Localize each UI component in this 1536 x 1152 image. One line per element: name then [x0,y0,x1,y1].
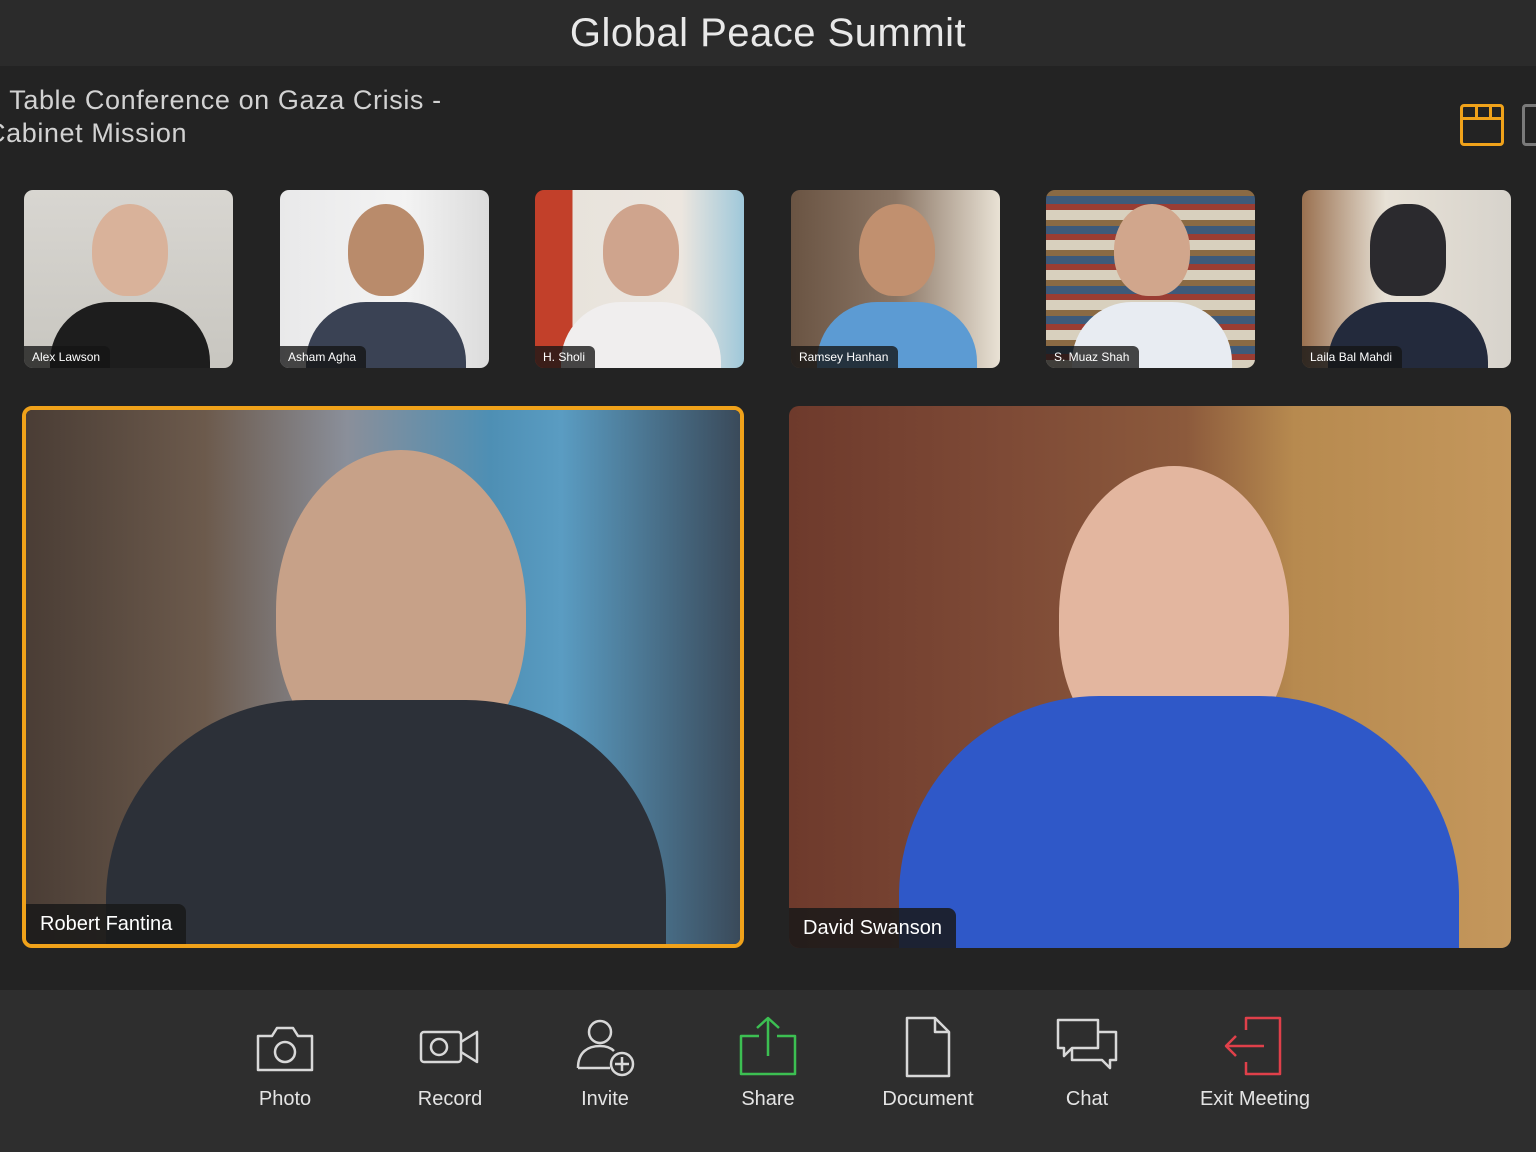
participant-face [1114,204,1190,296]
share-button[interactable]: Share [693,1014,843,1124]
conference-title-line-2: Cabinet Mission [0,118,188,148]
app-title: Global Peace Summit [569,10,967,55]
add-user-icon [576,1019,635,1077]
record-label: Record [417,1088,483,1110]
active-speaker-video[interactable]: Robert Fantina [22,406,744,948]
participant-name: Laila Bal Mahdi [1302,346,1403,368]
participant-tile[interactable]: Laila Bal Mahdi [1302,190,1511,368]
title-bar: Global Peace Summit [0,0,1536,66]
participant-name: Alex Lawson [24,346,111,368]
speaker-shirt [899,696,1459,948]
camera-icon [256,1026,314,1072]
participant-face [348,204,424,296]
speaker-view-icon[interactable] [1522,104,1536,146]
participant-name: S. Muaz Shah [1046,346,1140,368]
gallery-view-icon[interactable] [1460,104,1504,146]
document-label: Document [882,1088,974,1110]
invite-label: Invite [581,1088,629,1110]
meeting-toolbar: Photo Record Invite Share Document Chat … [0,990,1536,1152]
document-icon [905,1016,951,1078]
conference-title: d Table Conference on Gaza Crisis - Cabi… [0,84,442,150]
exit-meeting-label: Exit Meeting [1199,1088,1311,1110]
chat-icon [1056,1018,1118,1070]
invite-button[interactable]: Invite [530,1014,680,1124]
exit-meeting-button[interactable]: Exit Meeting [1180,1014,1330,1124]
share-icon [739,1016,797,1076]
participant-face [1370,204,1446,296]
participant-name: H. Sholi [535,346,596,368]
participant-name: Ramsey Hanhan [791,346,899,368]
speaker-name: David Swanson [789,908,956,948]
participant-tile[interactable]: Alex Lawson [24,190,233,368]
photo-label: Photo [258,1088,312,1110]
document-button[interactable]: Document [853,1014,1003,1124]
participant-tile[interactable]: S. Muaz Shah [1046,190,1255,368]
speaker-name: Robert Fantina [26,904,187,944]
participant-tile[interactable]: H. Sholi [535,190,744,368]
participant-face [603,204,679,296]
record-button[interactable]: Record [375,1014,525,1124]
participant-face [92,204,168,296]
video-camera-icon [419,1030,479,1064]
chat-label: Chat [1065,1088,1109,1110]
conference-title-line-1: d Table Conference on Gaza Crisis - [0,85,442,115]
participant-name: Asham Agha [280,346,367,368]
participant-tile[interactable]: Ramsey Hanhan [791,190,1000,368]
meeting-area: d Table Conference on Gaza Crisis - Cabi… [0,66,1536,990]
participant-tile[interactable]: Asham Agha [280,190,489,368]
photo-button[interactable]: Photo [210,1014,360,1124]
speaker-video[interactable]: David Swanson [789,406,1511,948]
speaker-jacket [106,700,666,944]
exit-icon [1224,1016,1282,1076]
participant-face [859,204,935,296]
chat-button[interactable]: Chat [1012,1014,1162,1124]
share-label: Share [741,1088,795,1110]
